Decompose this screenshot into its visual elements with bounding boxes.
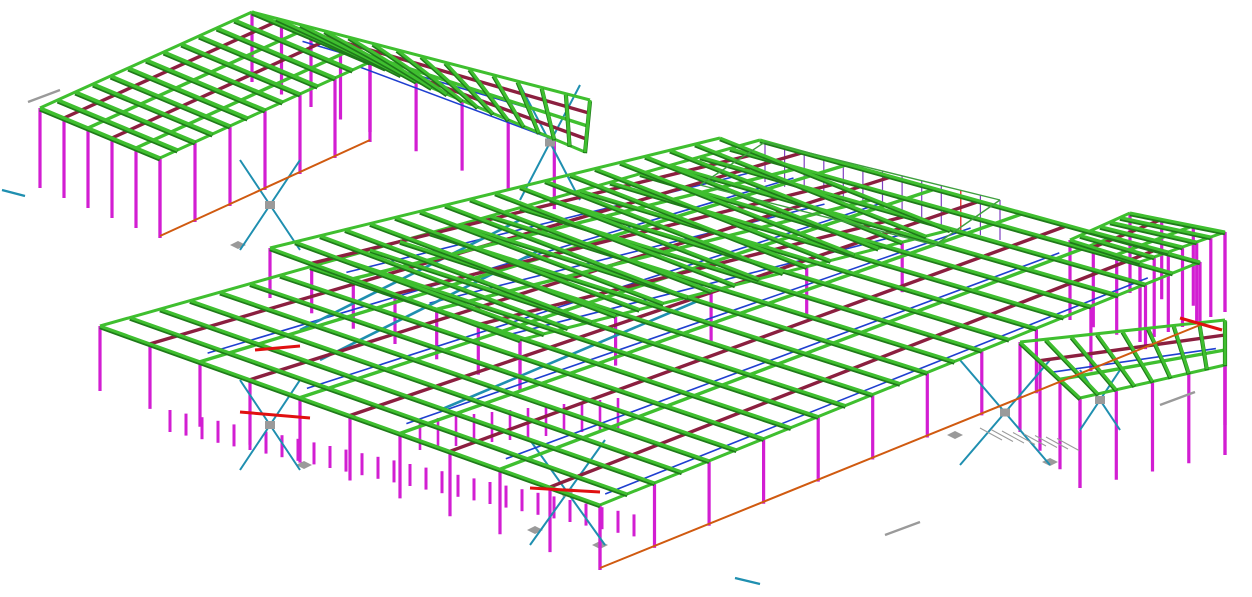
structural-steel-model: [1, 10, 1228, 586]
stray-member: [884, 520, 921, 537]
roof-beam: [564, 93, 572, 146]
roof-beam: [1197, 322, 1209, 370]
brace-gusset-plate: [1095, 396, 1105, 404]
roof-beam: [1146, 327, 1172, 379]
brace-gusset-plate: [265, 421, 275, 429]
base-edge-beam: [599, 324, 1201, 569]
3d-viewport[interactable]: [0, 0, 1252, 597]
stray-member: [1, 188, 26, 198]
brace-gusset-plate: [265, 201, 275, 209]
highlight-member: [529, 486, 601, 494]
roof-beam: [39, 106, 161, 160]
column-base-plate: [947, 431, 963, 439]
brace-gusset-plate: [1000, 408, 1010, 417]
stray-member: [734, 576, 761, 586]
roof-beam: [549, 197, 1010, 341]
